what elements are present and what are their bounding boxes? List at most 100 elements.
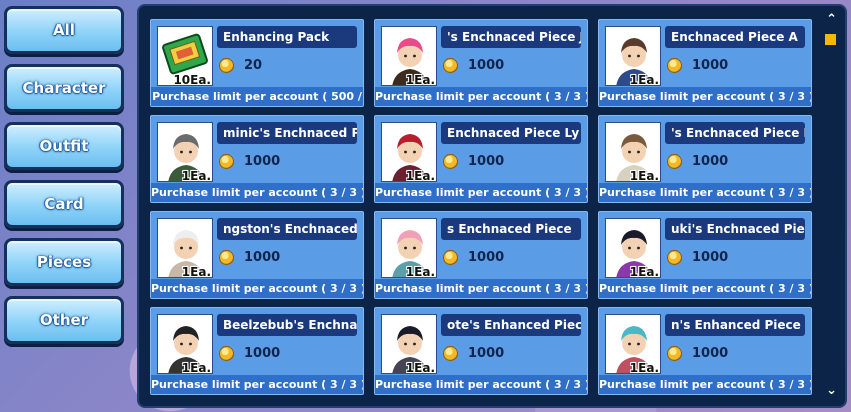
item-name: 's Enchnaced Piece J xyxy=(447,30,581,44)
item-price: 1000 xyxy=(667,250,728,265)
item-name-bar: Enchnaced Piece Ly xyxy=(441,122,581,144)
shop-item-card[interactable]: 1Ea. minic's Enchnaced Pi 1000 Purchase lim… xyxy=(150,115,364,203)
item-name: Enhancing Pack xyxy=(223,30,330,44)
category-all-button[interactable]: All xyxy=(4,6,124,54)
item-price-value: 1000 xyxy=(468,58,505,73)
item-name-bar: 's Enchnaced Piece J xyxy=(441,26,581,48)
coin-icon xyxy=(667,346,682,361)
item-price: 1000 xyxy=(667,154,728,169)
purchase-limit-label: Purchase limit per account ( 500 / xyxy=(151,87,363,106)
item-quantity: 1Ea. xyxy=(181,265,211,278)
item-name-bar: n's Enhanced Piece xyxy=(665,314,805,336)
item-name-bar: s Enchnaced Piece xyxy=(441,218,581,240)
item-quantity: 1Ea. xyxy=(405,265,435,278)
item-price-value: 1000 xyxy=(692,58,729,73)
purchase-limit-label: Purchase limit per account ( 3 / 3 ) xyxy=(599,87,811,106)
coin-icon xyxy=(443,58,458,73)
item-price-value: 20 xyxy=(244,58,263,73)
character-portrait: 1Ea. xyxy=(381,218,437,278)
item-name: ote's Enhanced Piece xyxy=(447,318,581,332)
coin-icon xyxy=(443,346,458,361)
item-price: 1000 xyxy=(219,250,280,265)
scrollbar-thumb[interactable] xyxy=(825,34,836,45)
coin-icon xyxy=(219,346,234,361)
item-name-bar: uki's Enchnaced Piec xyxy=(665,218,805,240)
enhancing-pack-icon: 10Ea. xyxy=(157,26,213,86)
item-name: Enchnaced Piece A xyxy=(671,30,798,44)
character-portrait: 1Ea. xyxy=(381,26,437,86)
item-name-bar: ngston's Enchnaced I xyxy=(217,218,357,240)
item-quantity: 1Ea. xyxy=(629,361,659,374)
shop-item-card[interactable]: 1Ea. Enchnaced Piece Ly 1000 Purchase limit… xyxy=(374,115,588,203)
purchase-limit-label: Purchase limit per account ( 3 / 3 ) xyxy=(599,375,811,394)
item-price-value: 1000 xyxy=(244,154,281,169)
item-name: Enchnaced Piece Ly xyxy=(447,126,580,140)
item-quantity: 10Ea. xyxy=(173,73,211,86)
item-name-bar: minic's Enchnaced Pi xyxy=(217,122,357,144)
shop-item-card[interactable]: 1Ea. 's Enchnaced Piece J 1000 Purchase lim… xyxy=(374,19,588,107)
item-name-bar: ote's Enhanced Piece xyxy=(441,314,581,336)
purchase-limit-label: Purchase limit per account ( 3 / 3 ) xyxy=(375,87,587,106)
item-price: 1000 xyxy=(219,346,280,361)
shop-item-card[interactable]: 1Ea. Beelzebub's Enchnac 1000 Purchase limi… xyxy=(150,307,364,395)
category-character-button[interactable]: Character xyxy=(4,64,124,112)
item-price: 20 xyxy=(219,58,262,73)
item-quantity: 1Ea. xyxy=(405,169,435,182)
purchase-limit-label: Purchase limit per account ( 3 / 3 ) xyxy=(599,183,811,202)
character-portrait: 1Ea. xyxy=(381,314,437,374)
item-quantity: 1Ea. xyxy=(629,169,659,182)
shop-item-card[interactable]: 1Ea. n's Enhanced Piece 1000 Purchase limit… xyxy=(598,307,812,395)
item-quantity: 1Ea. xyxy=(405,73,435,86)
item-quantity: 1Ea. xyxy=(181,169,211,182)
item-name: minic's Enchnaced Pi xyxy=(223,126,357,140)
item-price-value: 1000 xyxy=(468,250,505,265)
character-portrait: 1Ea. xyxy=(157,314,213,374)
item-name: s Enchnaced Piece xyxy=(447,222,572,236)
shop-item-card[interactable]: 1Ea. Enchnaced Piece A 1000 Purchase limit … xyxy=(598,19,812,107)
item-quantity: 1Ea. xyxy=(405,361,435,374)
character-portrait: 1Ea. xyxy=(157,218,213,278)
category-outfit-button[interactable]: Outfit xyxy=(4,122,124,170)
item-price-value: 1000 xyxy=(692,250,729,265)
purchase-limit-label: Purchase limit per account ( 3 / 3 ) xyxy=(599,279,811,298)
character-portrait: 1Ea. xyxy=(157,122,213,182)
chevron-up-icon[interactable]: ⌃ xyxy=(826,12,837,27)
item-name-bar: Beelzebub's Enchnac xyxy=(217,314,357,336)
item-name: uki's Enchnaced Piec xyxy=(671,222,805,236)
item-price: 1000 xyxy=(219,154,280,169)
shop-item-card[interactable]: 1Ea. uki's Enchnaced Piec 1000 Purchase lim… xyxy=(598,211,812,299)
item-price-value: 1000 xyxy=(692,154,729,169)
coin-icon xyxy=(219,250,234,265)
character-portrait: 1Ea. xyxy=(605,314,661,374)
coin-icon xyxy=(667,250,682,265)
item-price-value: 1000 xyxy=(244,346,281,361)
item-name-bar: Enhancing Pack xyxy=(217,26,357,48)
purchase-limit-label: Purchase limit per account ( 3 / 3 ) xyxy=(375,375,587,394)
item-name: ngston's Enchnaced I xyxy=(223,222,357,236)
chevron-down-icon[interactable]: ⌄ xyxy=(826,383,837,398)
shop-item-card[interactable]: 1Ea. 's Enchnaced Piece E 1000 Purchase lim… xyxy=(598,115,812,203)
coin-icon xyxy=(443,250,458,265)
shop-item-card[interactable]: 1Ea. ote's Enhanced Piece 1000 Purchase lim… xyxy=(374,307,588,395)
item-price: 1000 xyxy=(443,154,504,169)
item-price-value: 1000 xyxy=(692,346,729,361)
item-name: n's Enhanced Piece xyxy=(671,318,801,332)
purchase-limit-label: Purchase limit per account ( 3 / 3 ) xyxy=(151,279,363,298)
item-quantity: 1Ea. xyxy=(181,361,211,374)
item-name-bar: Enchnaced Piece A xyxy=(665,26,805,48)
character-portrait: 1Ea. xyxy=(605,26,661,86)
coin-icon xyxy=(667,58,682,73)
category-pieces-button[interactable]: Pieces xyxy=(4,238,124,286)
item-price-value: 1000 xyxy=(468,154,505,169)
item-price: 1000 xyxy=(443,58,504,73)
character-portrait: 1Ea. xyxy=(381,122,437,182)
shop-item-card[interactable]: 10Ea. Enhancing Pack 20 Purchase limit per … xyxy=(150,19,364,107)
shop-item-card[interactable]: 1Ea. ngston's Enchnaced I 1000 Purchase lim… xyxy=(150,211,364,299)
item-name: 's Enchnaced Piece E xyxy=(671,126,805,140)
coin-icon xyxy=(219,154,234,169)
category-card-button[interactable]: Card xyxy=(4,180,124,228)
category-other-button[interactable]: Other xyxy=(4,296,124,344)
coin-icon xyxy=(667,154,682,169)
item-price: 1000 xyxy=(667,346,728,361)
shop-item-card[interactable]: 1Ea. s Enchnaced Piece 1000 Purchase limit … xyxy=(374,211,588,299)
